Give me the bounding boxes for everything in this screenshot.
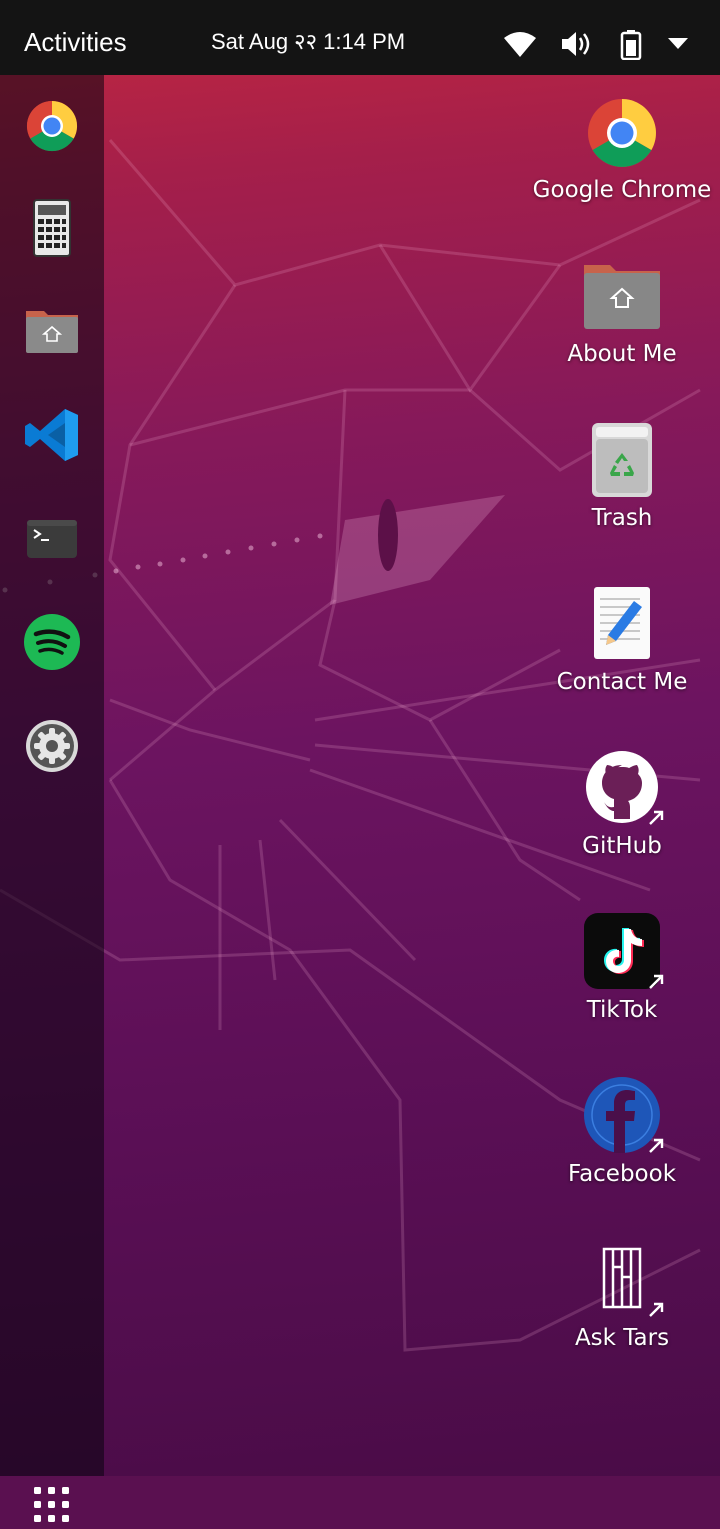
battery-icon[interactable] (620, 30, 642, 64)
system-menu-chevron-icon[interactable] (667, 36, 689, 55)
desktop-icon-trash[interactable]: Trash (530, 421, 714, 571)
text-editor-icon (594, 587, 650, 659)
desktop-icon-label: Contact Me (556, 669, 688, 695)
desktop-icon-ask-tars[interactable]: Ask Tars (530, 1241, 714, 1391)
dock-files[interactable] (22, 301, 82, 361)
top-bar: Activities Sat Aug २२ 1:14 PM (0, 0, 720, 75)
desktop-icon-label: Facebook (567, 1161, 677, 1187)
shortcut-arrow-icon (649, 1138, 664, 1153)
home-folder-icon (26, 311, 78, 353)
chrome-icon (26, 100, 78, 152)
desktop-icon-about-me[interactable]: About Me (530, 257, 714, 407)
shortcut-arrow-icon (649, 1302, 664, 1317)
trash-icon (592, 423, 652, 497)
desktop-icon-tiktok[interactable]: TikTok (530, 913, 714, 1063)
shortcut-arrow-icon (649, 810, 664, 825)
chrome-icon (588, 99, 656, 167)
shortcut-arrow-icon (649, 974, 664, 989)
dock-chrome[interactable] (22, 96, 82, 156)
desktop-icon-label: About Me (567, 341, 677, 367)
spotify-icon (24, 614, 80, 670)
desktop-icon-label: TikTok (586, 997, 658, 1023)
terminal-icon (27, 520, 77, 558)
apps-grid-icon (34, 1487, 69, 1522)
desktop-icon-label: Trash (591, 505, 653, 531)
desktop-icon-label: GitHub (582, 833, 662, 859)
calculator-icon (33, 199, 71, 257)
dock-settings[interactable] (22, 716, 82, 776)
show-applications-button[interactable] (32, 1485, 72, 1525)
dock-vscode[interactable] (22, 405, 82, 465)
desktop-icon-facebook[interactable]: Facebook (530, 1077, 714, 1227)
activities-button[interactable]: Activities (24, 24, 127, 60)
wifi-icon[interactable] (503, 30, 537, 62)
desktop-icon-label: Google Chrome (532, 177, 712, 203)
dock-spotify[interactable] (22, 612, 82, 672)
desktop-icon-google-chrome[interactable]: Google Chrome (530, 93, 714, 243)
dock-calculator[interactable] (22, 198, 82, 258)
dock (0, 75, 104, 1522)
home-folder-icon (584, 265, 660, 329)
desktop-icon-label: Ask Tars (574, 1325, 670, 1351)
clock[interactable]: Sat Aug २२ 1:14 PM (211, 26, 405, 58)
settings-gear-icon (26, 720, 78, 772)
desktop-icon-github[interactable]: GitHub (530, 749, 714, 899)
volume-icon[interactable] (560, 30, 592, 62)
vscode-icon (25, 409, 78, 461)
dock-terminal[interactable] (22, 508, 82, 568)
desktop-icon-contact-me[interactable]: Contact Me (530, 585, 714, 735)
